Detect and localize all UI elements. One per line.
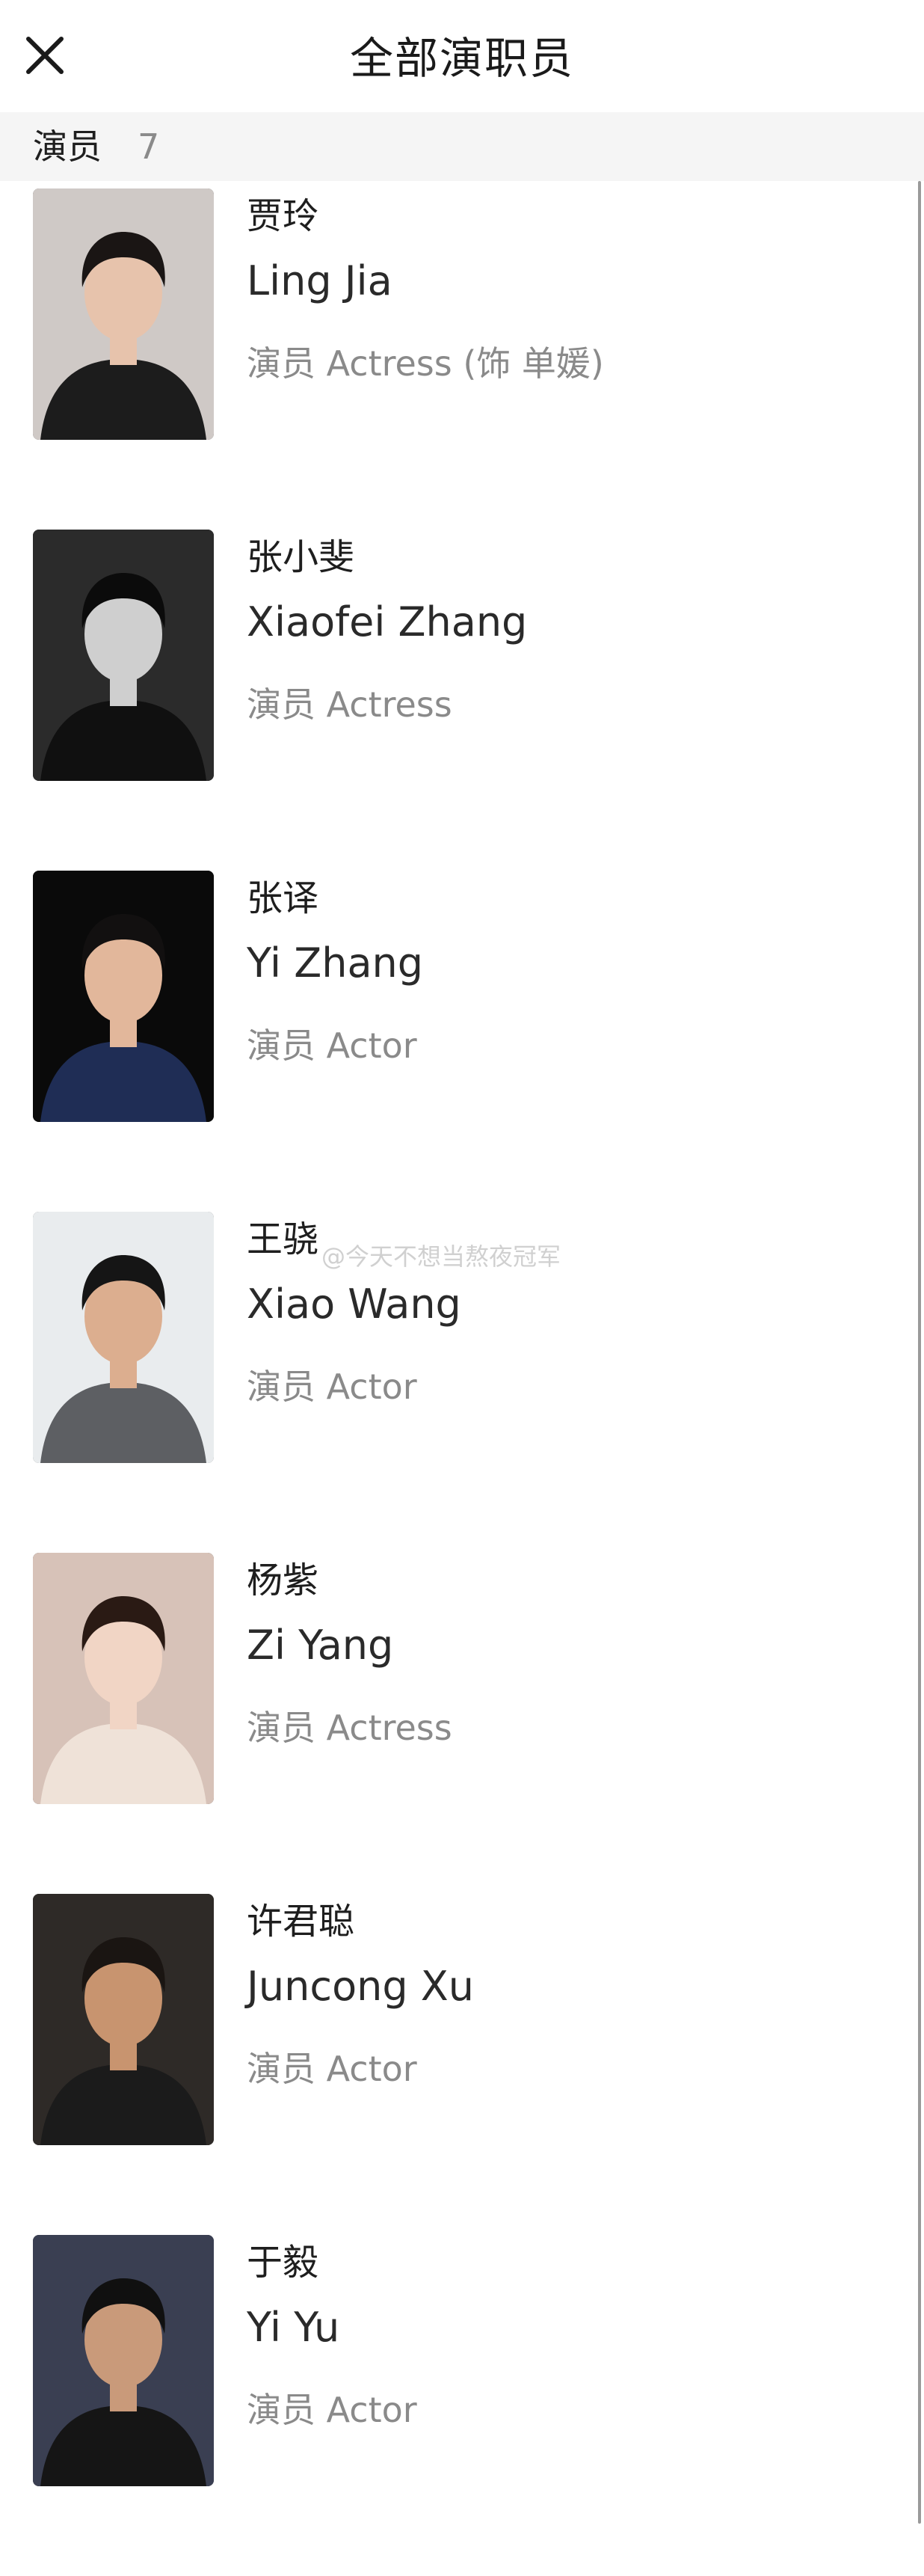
cast-name-en: Zi Yang	[247, 1622, 394, 1669]
cast-role: 演员 Actor	[247, 2049, 417, 2089]
cast-row[interactable]: 杨紫 Zi Yang 演员 Actress	[0, 1553, 912, 1894]
cast-role: 演员 Actor	[247, 2390, 417, 2430]
cast-row[interactable]: 许君聪 Juncong Xu 演员 Actor	[0, 1894, 912, 2235]
cast-name-cn: 张小斐	[247, 536, 355, 578]
cast-photo	[33, 871, 214, 1122]
cast-photo	[33, 1894, 214, 2145]
cast-photo	[33, 188, 214, 440]
scrollbar[interactable]	[918, 181, 921, 2524]
cast-name-cn: 许君聪	[247, 1901, 355, 1942]
page-title: 全部演职员	[349, 33, 574, 84]
cast-photo	[33, 1212, 214, 1463]
cast-row[interactable]: 张译 Yi Zhang 演员 Actor	[0, 871, 912, 1212]
cast-name-cn: 王骁	[247, 1218, 319, 1260]
cast-name-cn: 张译	[247, 877, 319, 919]
cast-role: 演员 Actor	[247, 1367, 417, 1407]
section-header: 演员 7	[0, 112, 924, 181]
cast-photo	[33, 530, 214, 781]
top-bar: 全部演职员	[0, 0, 924, 112]
cast-role: 演员 Actress	[247, 1708, 452, 1748]
cast-name-cn: 杨紫	[247, 1560, 319, 1601]
cast-name-en: Yi Yu	[247, 2304, 340, 2351]
cast-name-en: Xiao Wang	[247, 1281, 461, 1328]
cast-role: 演员 Actress	[247, 684, 452, 725]
cast-row[interactable]: 贾玲 Ling Jia 演员 Actress (饰 单媛)	[0, 188, 912, 530]
cast-name-en: Yi Zhang	[247, 939, 424, 987]
cast-name-cn: 贾玲	[247, 195, 319, 237]
cast-name-en: Ling Jia	[247, 257, 392, 304]
watermark: @今天不想当熬夜冠军	[321, 1242, 561, 1271]
section-label: 演员	[33, 126, 102, 167]
cast-role: 演员 Actress (饰 单媛)	[247, 343, 604, 384]
section-count: 7	[138, 126, 160, 167]
cast-name-cn: 于毅	[247, 2242, 319, 2284]
cast-row[interactable]: 张小斐 Xiaofei Zhang 演员 Actress	[0, 530, 912, 871]
cast-photo	[33, 2235, 214, 2486]
cast-name-en: Juncong Xu	[247, 1963, 474, 2010]
cast-row[interactable]: 于毅 Yi Yu 演员 Actor	[0, 2235, 912, 2576]
cast-list: 贾玲 Ling Jia 演员 Actress (饰 单媛) 张小斐 Xiaofe…	[0, 188, 912, 2576]
cast-role: 演员 Actor	[247, 1025, 417, 1066]
cast-name-en: Xiaofei Zhang	[247, 598, 528, 645]
cast-photo	[33, 1553, 214, 1804]
